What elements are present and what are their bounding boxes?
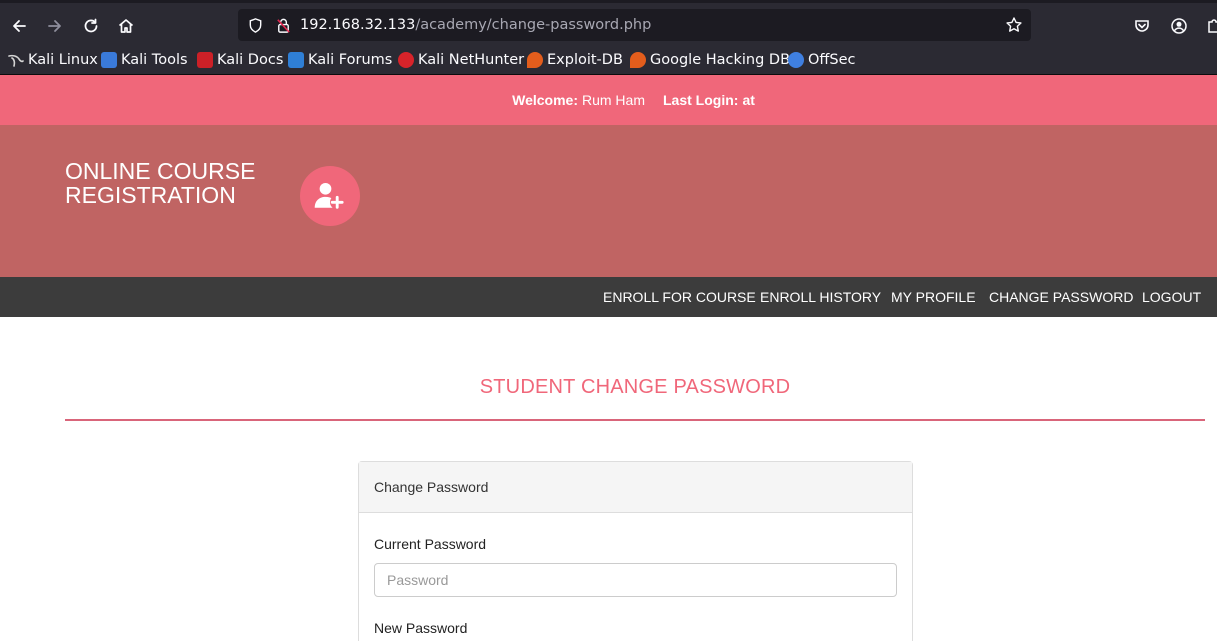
pocket-button[interactable] [1128, 12, 1156, 40]
nav-enroll-history[interactable]: ENROLL HISTORY [760, 289, 881, 305]
nethunter-icon [398, 52, 414, 68]
url-bar[interactable]: 192.168.32.133/academy/change-password.p… [238, 9, 1031, 41]
nav-logout[interactable]: LOGOUT [1142, 289, 1201, 305]
ghdb-icon [630, 52, 646, 68]
back-button[interactable] [5, 12, 33, 40]
change-password-panel: Change Password Current Password New Pas… [358, 461, 913, 641]
heading-divider [65, 419, 1205, 421]
bookmark-label: Google Hacking DB [650, 52, 791, 68]
account-icon [1171, 18, 1187, 34]
extensions-button[interactable] [1200, 12, 1217, 40]
home-button[interactable] [112, 12, 140, 40]
site-header: ONLINE COURSE REGISTRATION [0, 125, 1217, 277]
reload-button[interactable] [77, 12, 105, 40]
arrow-right-icon [48, 20, 61, 32]
nav-my-profile[interactable]: MY PROFILE [891, 289, 976, 305]
bookmark-kali-forums[interactable]: Kali Forums [288, 50, 392, 70]
bookmark-label: Kali Forums [308, 52, 393, 68]
pocket-icon [1135, 20, 1149, 32]
home-icon [118, 19, 134, 33]
browser-toolbar: 192.168.32.133/academy/change-password.p… [0, 0, 1217, 45]
bookmark-label: Exploit-DB [547, 52, 623, 68]
puzzle-icon [1208, 19, 1217, 33]
current-password-label: Current Password [374, 536, 487, 552]
kali-dragon-icon [8, 52, 24, 68]
kali-tools-icon [101, 52, 117, 68]
bookmark-star-icon[interactable] [1005, 16, 1023, 34]
bookmark-label: Kali Tools [121, 52, 188, 68]
bookmark-offsec[interactable]: OffSec [788, 50, 856, 70]
bookmark-kali-nethunter[interactable]: Kali NetHunter [398, 50, 524, 70]
current-password-input[interactable] [374, 563, 897, 597]
reload-icon [84, 18, 98, 33]
panel-heading: Change Password [359, 462, 912, 513]
site-logo[interactable] [300, 166, 360, 226]
nav-change-password[interactable]: CHANGE PASSWORD [989, 289, 1133, 305]
nav-enroll-for-course[interactable]: ENROLL FOR COURSE [603, 289, 756, 305]
user-plus-icon [314, 182, 345, 210]
offsec-icon [788, 52, 804, 68]
shield-icon[interactable] [246, 16, 264, 34]
last-login-value: at [742, 92, 755, 108]
bookmarks-bar: Kali Linux Kali Tools Kali Docs Kali For… [0, 45, 1217, 75]
bookmark-kali-docs[interactable]: Kali Docs [197, 50, 283, 70]
last-login-label: Last Login: [663, 92, 739, 108]
site-title[interactable]: ONLINE COURSE REGISTRATION [65, 159, 285, 207]
kali-forums-icon [288, 52, 304, 68]
bookmark-exploit-db[interactable]: Exploit-DB [527, 50, 623, 70]
page-title: STUDENT CHANGE PASSWORD [479, 376, 791, 398]
bookmark-label: OffSec [808, 52, 856, 68]
welcome-label: Welcome: [512, 92, 578, 108]
welcome-bar: Welcome: Rum Ham Last Login: at [0, 75, 1217, 125]
url-path: /academy/change-password.php [415, 17, 652, 33]
bookmark-label: Kali NetHunter [418, 52, 525, 68]
exploit-db-icon [527, 52, 543, 68]
forward-button[interactable] [41, 12, 69, 40]
arrow-left-icon [13, 20, 26, 32]
bookmark-label: Kali Docs [217, 52, 284, 68]
bookmark-kali-tools[interactable]: Kali Tools [101, 50, 188, 70]
new-password-label: New Password [374, 620, 468, 636]
main-nav: ENROLL FOR COURSE ENROLL HISTORY MY PROF… [0, 277, 1217, 317]
account-button[interactable] [1165, 12, 1193, 40]
insecure-lock-icon[interactable] [274, 16, 292, 34]
bookmark-kali-linux[interactable]: Kali Linux [8, 50, 98, 70]
welcome-user-name: Rum Ham [581, 92, 645, 108]
url-host: 192.168.32.133 [300, 17, 416, 33]
url-text[interactable]: 192.168.32.133/academy/change-password.p… [300, 16, 651, 34]
kali-docs-icon [197, 52, 213, 68]
bookmark-label: Kali Linux [28, 52, 98, 68]
bookmark-google-hacking-db[interactable]: Google Hacking DB [630, 50, 790, 70]
